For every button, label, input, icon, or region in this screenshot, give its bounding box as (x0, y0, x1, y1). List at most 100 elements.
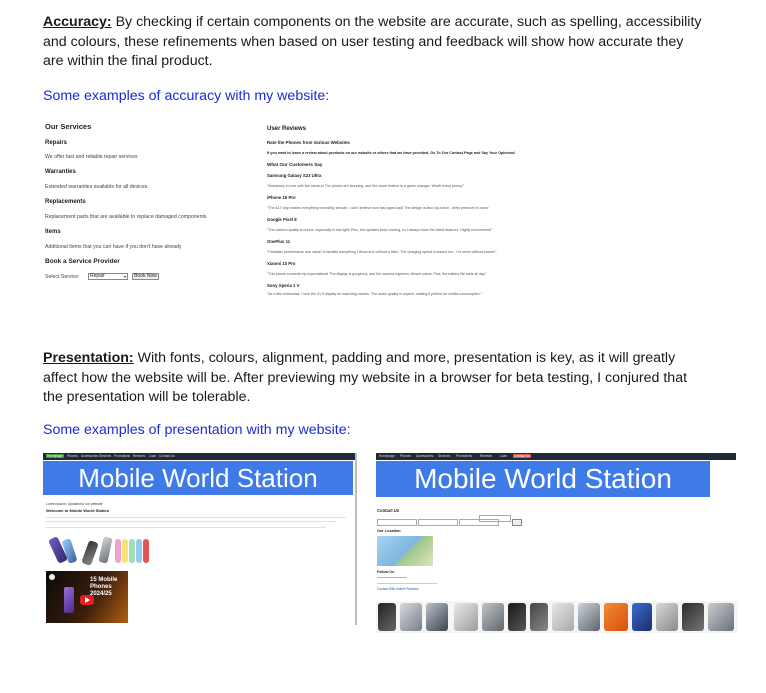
promo-video-thumbnail[interactable]: 15 Mobile Phones 2024/25 (46, 571, 128, 623)
text-line (377, 583, 437, 584)
site-nav-bar: Homepage Phones Accessories Services Pro… (376, 453, 736, 460)
service-name: Replacements (45, 199, 86, 205)
welcome-title: Welcome to Mobile World Station (46, 508, 110, 513)
nav-item[interactable]: Accessories (81, 454, 98, 458)
presentation-paragraph: Presentation: With fonts, colours, align… (43, 349, 703, 408)
phone-image (115, 539, 121, 563)
nav-item[interactable]: Phones (67, 454, 78, 458)
phone-image (400, 603, 422, 631)
reviews-screenshot: User Reviews Rate the Phones from Variou… (265, 124, 575, 299)
follow-title: Follow Us (377, 570, 394, 574)
submit-button[interactable] (512, 519, 522, 526)
service-select-value: Repair (90, 273, 105, 279)
nav-item[interactable]: Services (438, 454, 450, 458)
channel-avatar (49, 574, 55, 580)
nav-item[interactable]: Phones (400, 454, 411, 458)
phone-image (378, 603, 396, 631)
phone-image (81, 540, 99, 566)
accuracy-body: By checking if certain components on the… (43, 14, 702, 69)
reviews-title: User Reviews (267, 126, 307, 132)
service-name: Items (45, 229, 61, 235)
phone-image (508, 603, 526, 631)
phone-image (136, 539, 142, 563)
review-text: "The camera quality is unreal, especiall… (267, 228, 493, 232)
play-icon[interactable] (80, 595, 94, 605)
review-phone: Google Pixel 8 (267, 217, 297, 222)
phone-image (98, 536, 113, 564)
select-service-label: Select Service: (45, 274, 80, 280)
phone-image (129, 539, 135, 563)
service-desc: Extended warranties available for all de… (45, 184, 149, 190)
text-line (46, 517, 346, 518)
nav-item[interactable]: Promotions (114, 454, 130, 458)
services-title: Our Services (45, 122, 92, 131)
name-field[interactable] (377, 519, 417, 526)
phone-image (482, 603, 504, 631)
phone-image (604, 603, 628, 631)
nav-item[interactable]: Homepage (379, 454, 395, 458)
phone-image (708, 603, 734, 631)
service-desc: Replacement parts that are available to … (45, 214, 207, 220)
nav-item[interactable]: Homepage (46, 454, 64, 458)
review-phone: Sony Xperia 1 V (267, 283, 300, 288)
text-line (46, 527, 326, 528)
phone-image (682, 603, 704, 631)
phone-image (426, 603, 448, 631)
services-screenshot: Our Services Repairs We offer fast and r… (43, 118, 258, 288)
phone-image (143, 539, 149, 563)
chevron-down-icon: ▾ (123, 274, 126, 279)
subject-field[interactable] (479, 515, 511, 522)
location-map[interactable] (377, 536, 433, 566)
phone-image (578, 603, 600, 631)
review-text: "Fantastic performance and value! It han… (267, 250, 497, 254)
customers-title: What Our Customers Say (267, 162, 323, 167)
review-phone: Xiaomi 13 Pro (267, 261, 296, 266)
site-nav-bar: Homepage Phones Accessories Services Pro… (43, 453, 355, 460)
phone-image (530, 603, 548, 631)
footer-link[interactable]: Contact With Mobile Reviews (377, 587, 418, 591)
review-text: "The A17 chip makes everything incredibl… (267, 206, 490, 210)
site-banner: Mobile World Station (43, 461, 353, 495)
social-link[interactable] (377, 577, 407, 578)
nav-item[interactable]: Accessories (416, 454, 433, 458)
phone-image (552, 603, 574, 631)
book-now-button[interactable]: Book Now (132, 273, 159, 280)
nav-item[interactable]: Reviews (133, 454, 145, 458)
phone-image (64, 587, 74, 613)
contact-screenshot: Homepage Phones Accessories Services Pro… (376, 453, 738, 633)
review-text: "Absolutely in love with the camera! The… (267, 184, 464, 188)
accuracy-heading: Accuracy: (43, 14, 112, 30)
nav-item[interactable]: Loan (149, 454, 156, 458)
text-line (46, 521, 336, 522)
contact-title: Contact Us (377, 508, 400, 513)
phone-image (656, 603, 678, 631)
nav-item[interactable]: Loan (500, 454, 507, 458)
nav-item[interactable]: Reviews (480, 454, 492, 458)
homepage-screenshot: Homepage Phones Accessories Services Pro… (43, 453, 357, 625)
rate-note: If you want to leave a review about prod… (267, 151, 516, 155)
review-text: "This phone exceeds my expectations! The… (267, 272, 487, 276)
rate-title: Rate the Phones from Various Websites (267, 140, 350, 145)
service-name: Repairs (45, 140, 68, 146)
nav-item[interactable]: Promotions (456, 454, 472, 458)
phone-strip (376, 601, 738, 633)
site-banner: Mobile World Station (376, 461, 710, 497)
phone-image (122, 539, 128, 563)
service-name: Warranties (45, 169, 76, 175)
review-phone: Samsung Galaxy S23 Ultra (267, 173, 322, 178)
service-desc: We offer fast and reliable repair servic… (45, 154, 138, 160)
presentation-examples-label: Some examples of presentation with my we… (43, 422, 351, 438)
nav-item[interactable]: Contact Us (159, 454, 175, 458)
nav-item[interactable]: Contact Us (513, 454, 531, 458)
accuracy-examples-label: Some examples of accuracy with my websit… (43, 88, 330, 104)
email-field[interactable] (418, 519, 458, 526)
phone-image (454, 603, 478, 631)
accuracy-paragraph: Accuracy: By checking if certain compone… (43, 13, 703, 72)
nav-item[interactable]: Services (99, 454, 111, 458)
service-select[interactable]: Repair ▾ (88, 273, 128, 280)
home-note: Lorem Ipsum: Updated to our website (46, 502, 103, 506)
promo-caption: 15 Mobile Phones 2024/25 (90, 577, 118, 597)
service-desc: Additional items that you can have if yo… (45, 244, 182, 250)
review-text: "As a film enthusiast, I love the 21:9 d… (267, 292, 482, 296)
presentation-heading: Presentation: (43, 350, 134, 366)
